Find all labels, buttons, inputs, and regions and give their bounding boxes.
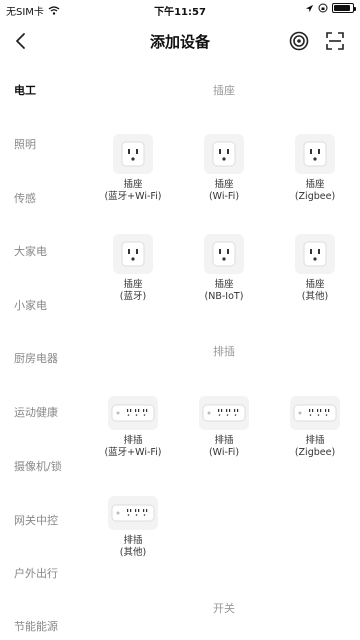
sidebar-item-small-appliance[interactable]: 小家电	[14, 297, 47, 313]
socket-icon	[295, 134, 335, 174]
sidebar-item-camera-lock[interactable]: 摄像机/锁	[14, 458, 62, 474]
device-socket-ble[interactable]: 插座 (蓝牙)	[93, 234, 173, 303]
location-icon	[305, 4, 314, 12]
sidebar-item-outdoor[interactable]: 户外出行	[14, 565, 58, 581]
power-strip-icon	[108, 496, 158, 530]
battery-level	[334, 5, 351, 11]
device-socket-wifi[interactable]: 插座 (Wi-Fi)	[184, 134, 264, 203]
category-sidebar: 电工 照明 传感 大家电 小家电 厨房电器 运动健康 摄像机/锁 网关中控 户外…	[0, 60, 88, 640]
device-name: 排插	[123, 435, 143, 446]
sidebar-item-sports-health[interactable]: 运动健康	[14, 404, 58, 420]
section-title-power-strip: 排插	[213, 345, 235, 358]
sidebar-item-electrical[interactable]: 电工	[14, 82, 36, 98]
device-protocol: (蓝牙+Wi-Fi)	[104, 447, 162, 458]
nav-bar: 添加设备	[0, 22, 360, 60]
sidebar-item-sensor[interactable]: 传感	[14, 190, 36, 206]
rotation-lock-icon	[318, 3, 328, 13]
sidebar-item-large-appliance[interactable]: 大家电	[14, 243, 47, 259]
device-protocol: (其他)	[119, 547, 147, 558]
device-protocol: (Wi-Fi)	[208, 447, 240, 458]
sidebar-item-gateway[interactable]: 网关中控	[14, 512, 58, 528]
device-socket-nbiot[interactable]: 插座 (NB-IoT)	[184, 234, 264, 303]
device-name: 插座	[305, 179, 325, 190]
socket-icon	[113, 234, 153, 274]
device-content: 插座 插座 (蓝牙+Wi-Fi) 插座 (Wi-Fi) 插座 (Zigbee) …	[88, 60, 360, 640]
battery-icon	[332, 3, 356, 13]
device-protocol: (Zigbee)	[294, 447, 336, 458]
device-name: 插座	[214, 179, 234, 190]
device-name: 排插	[214, 435, 234, 446]
device-name: 排插	[305, 435, 325, 446]
device-socket-zigbee[interactable]: 插座 (Zigbee)	[275, 134, 355, 203]
device-socket-ble-wifi[interactable]: 插座 (蓝牙+Wi-Fi)	[93, 134, 173, 203]
device-strip-wifi[interactable]: 排插 (Wi-Fi)	[184, 396, 264, 459]
scan-frame-icon[interactable]	[324, 30, 346, 52]
socket-icon	[113, 134, 153, 174]
sidebar-item-energy[interactable]: 节能能源	[14, 618, 58, 634]
device-name: 插座	[305, 279, 325, 290]
device-strip-zigbee[interactable]: 排插 (Zigbee)	[275, 396, 355, 459]
device-protocol: (Zigbee)	[294, 191, 336, 202]
socket-icon	[295, 234, 335, 274]
device-protocol: (NB-IoT)	[204, 291, 244, 302]
power-strip-icon	[199, 396, 249, 430]
chevron-left-icon[interactable]	[10, 30, 32, 52]
device-strip-ble-wifi[interactable]: 排插 (蓝牙+Wi-Fi)	[93, 396, 173, 459]
power-strip-icon	[108, 396, 158, 430]
section-title-socket: 插座	[213, 84, 235, 97]
device-name: 插座	[123, 279, 143, 290]
status-right	[305, 3, 356, 13]
device-strip-other[interactable]: 排插 (其他)	[93, 496, 173, 559]
socket-icon	[204, 134, 244, 174]
device-protocol: (Wi-Fi)	[208, 191, 240, 202]
socket-icon	[204, 234, 244, 274]
device-protocol: (其他)	[301, 291, 329, 302]
device-protocol: (蓝牙)	[119, 291, 147, 302]
device-protocol: (蓝牙+Wi-Fi)	[104, 191, 162, 202]
device-name: 排插	[123, 535, 143, 546]
device-name: 插座	[214, 279, 234, 290]
power-strip-icon	[290, 396, 340, 430]
status-bar: 无SIM卡 下午11:57	[0, 0, 360, 20]
wifi-signal-icon[interactable]	[288, 30, 310, 52]
section-title-switch: 开关	[213, 602, 235, 615]
device-socket-other[interactable]: 插座 (其他)	[275, 234, 355, 303]
sidebar-item-kitchen[interactable]: 厨房电器	[14, 350, 58, 366]
device-name: 插座	[123, 179, 143, 190]
sidebar-item-lighting[interactable]: 照明	[14, 136, 36, 152]
